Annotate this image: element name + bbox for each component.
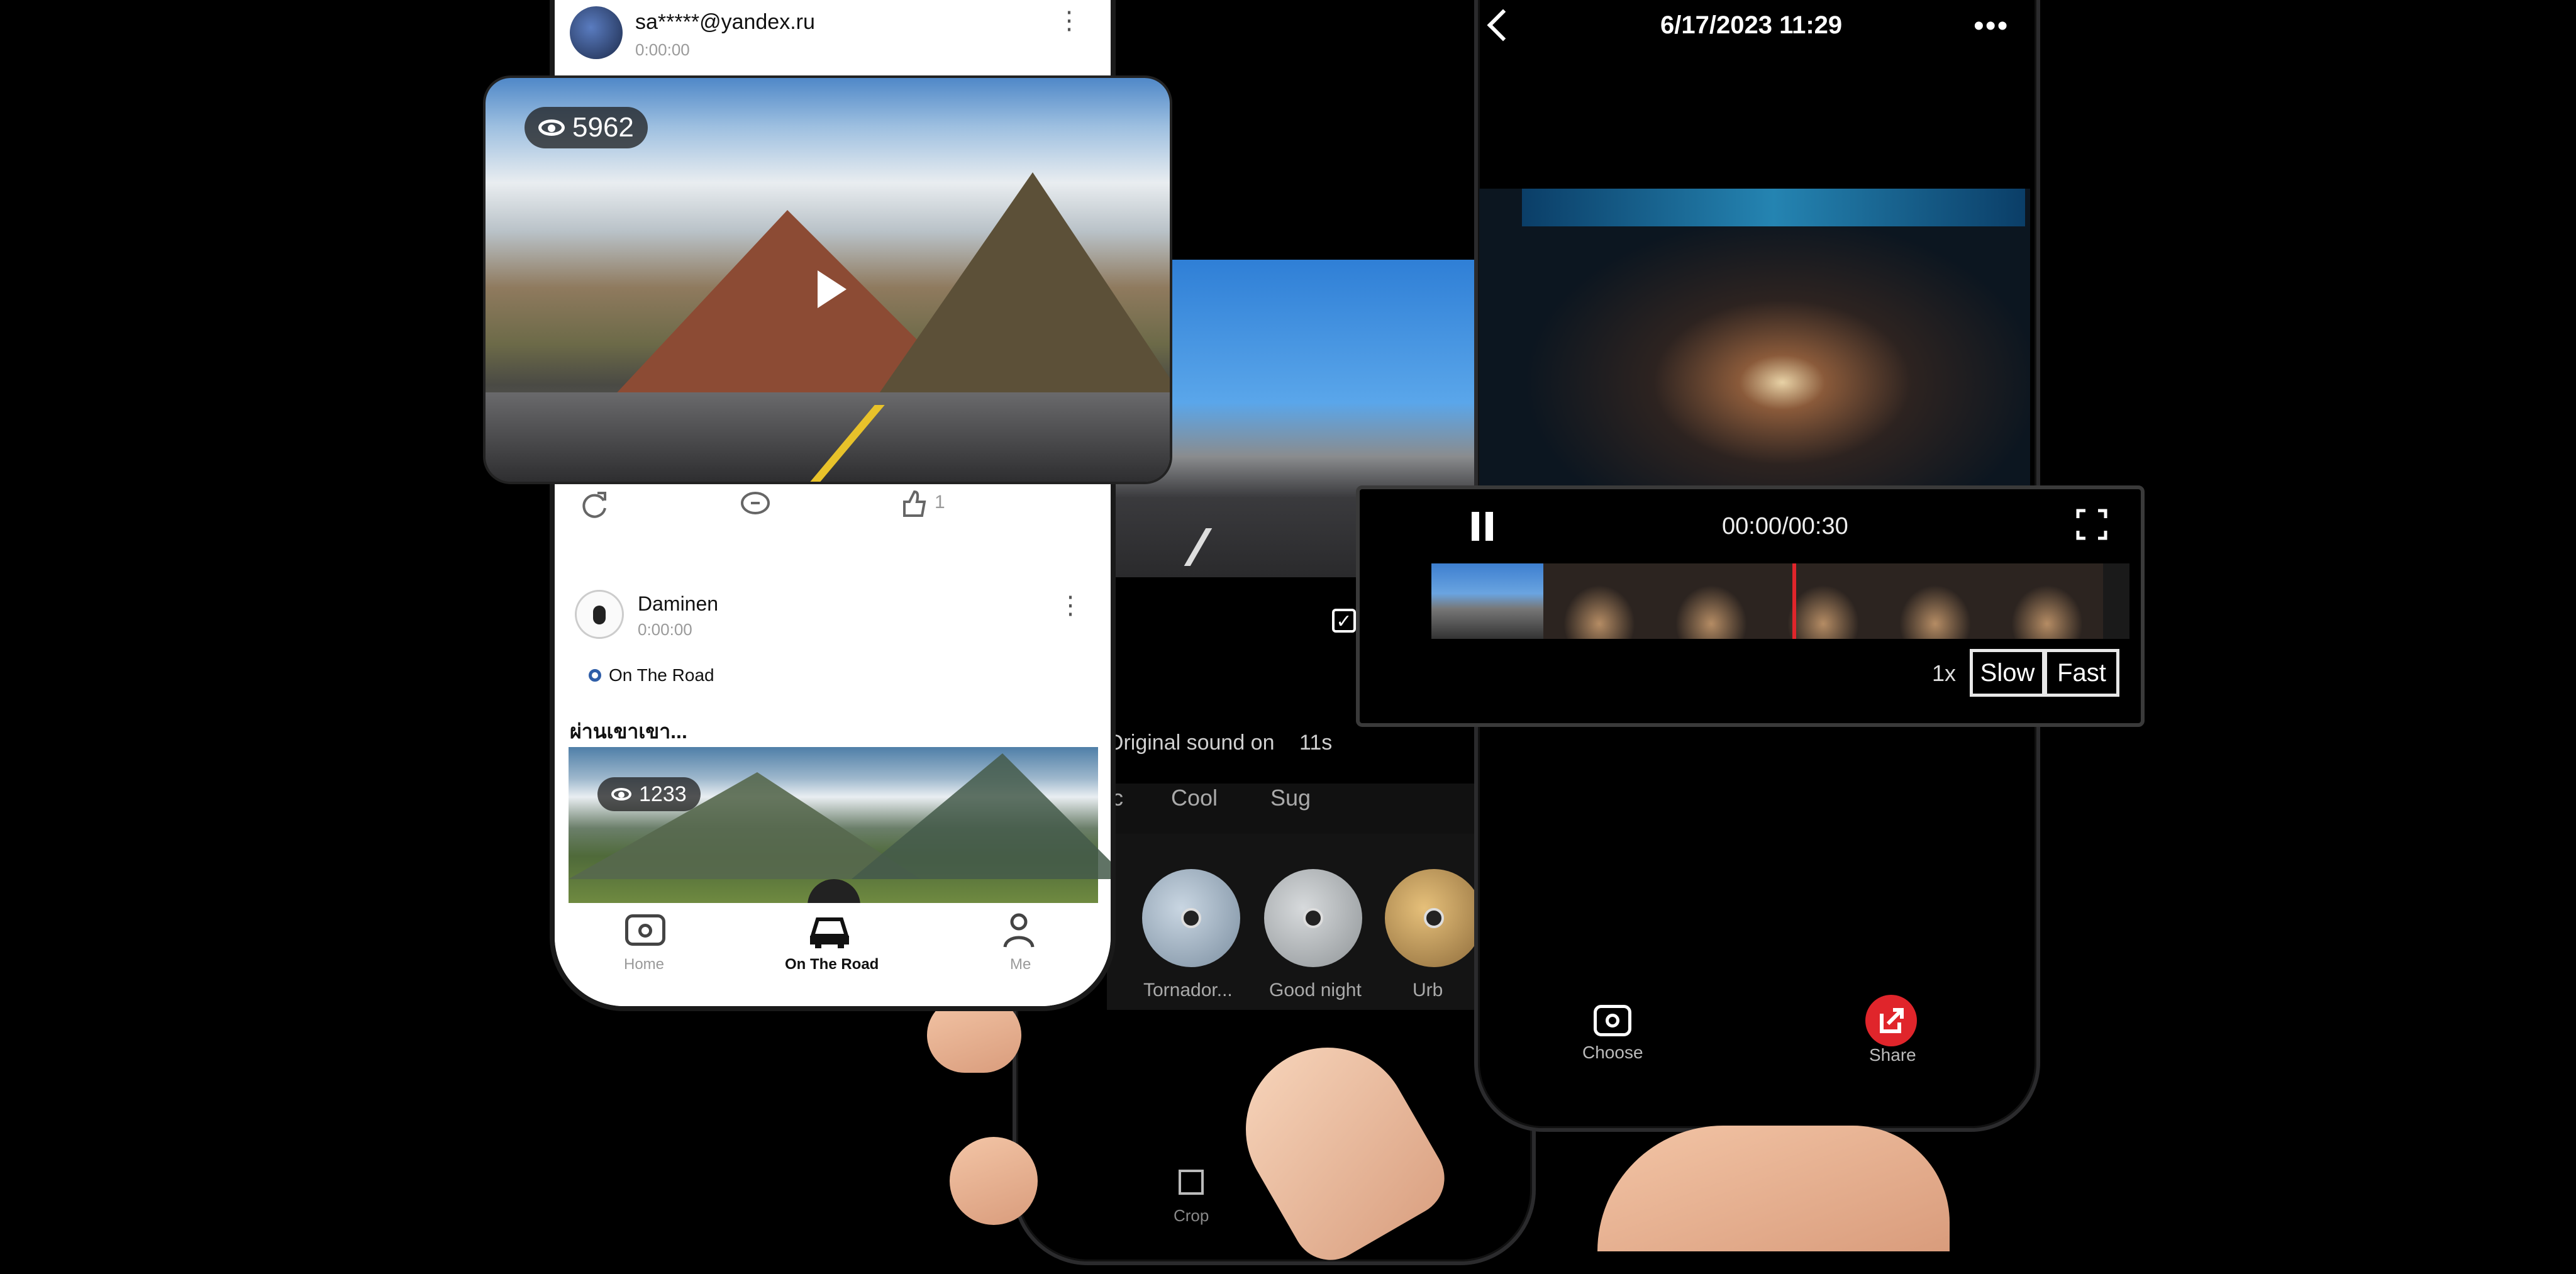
post2-user-name[interactable]: Daminen [638, 592, 718, 616]
post1-mountain-right [875, 172, 1170, 399]
tunnel-video[interactable] [1479, 189, 2030, 487]
timeline-thumb-4 [1879, 563, 1991, 639]
choose-label: Choose [1582, 1043, 1643, 1062]
filter-thumb-2[interactable] [1385, 869, 1483, 967]
nav-me-icon[interactable] [1000, 912, 1038, 950]
share-button[interactable] [1865, 995, 1917, 1046]
playback-time: 00:00/00:30 [1722, 513, 1848, 540]
hand-right [1597, 1126, 1950, 1251]
pause-button[interactable] [1470, 512, 1496, 541]
filter-label-0: Tornador... [1143, 980, 1233, 1000]
hand-left-lower [950, 1137, 1038, 1225]
post2-tag[interactable]: On The Road [609, 665, 714, 685]
nav-home-label[interactable]: Home [624, 956, 664, 973]
crop-label: Crop [1174, 1206, 1209, 1225]
post2-user-sub: 0:00:00 [638, 620, 692, 639]
eye-icon [611, 788, 631, 800]
post2-more-icon[interactable]: ⋮ [1058, 593, 1083, 618]
original-sound-label[interactable]: Original sound on [1107, 731, 1275, 755]
post2-caption: ผ่านเขาเขา... [570, 720, 687, 743]
duration-label: 11s [1299, 731, 1333, 755]
choose-icon[interactable] [1594, 1005, 1631, 1036]
post1-views: 5962 [572, 112, 634, 143]
post2-video[interactable]: 1233 [569, 747, 1111, 932]
editor-tab-2[interactable]: Sug [1270, 785, 1311, 811]
timeline-thumb-3 [1767, 563, 1879, 639]
slow-button[interactable]: Slow [1970, 649, 2045, 697]
like-icon[interactable] [898, 488, 930, 523]
editor-check-icon[interactable]: ✓ [1332, 609, 1356, 633]
share-label: Share [1869, 1045, 1916, 1065]
fullscreen-icon[interactable] [2075, 508, 2108, 541]
nav-home-icon[interactable] [625, 914, 665, 946]
editor-tab-1[interactable]: Cool [1171, 785, 1218, 811]
post1-more-icon[interactable]: ⋮ [1057, 8, 1082, 33]
filter-label-2: Urb [1413, 980, 1443, 1000]
tunnel-light-strip [1522, 189, 2025, 226]
like-count: 1 [935, 492, 945, 512]
playback-panel: 00:00/00:30 1x Slow Fast [1356, 485, 2145, 727]
share-icon [1880, 1008, 1904, 1033]
timeline-thumb-5 [1991, 563, 2103, 639]
speed-label: 1x [1932, 660, 1957, 686]
nav-road-icon[interactable] [806, 912, 853, 950]
avatar-post2[interactable] [575, 590, 624, 639]
post2-mountain-right [852, 753, 1111, 879]
post2-views: 1233 [639, 782, 687, 806]
filter-thumb-0[interactable] [1142, 869, 1240, 967]
timeline-thumb-2 [1655, 563, 1767, 639]
play-icon[interactable] [818, 270, 847, 308]
hand-left [927, 997, 1021, 1073]
post1-views-badge: 5962 [525, 107, 648, 148]
filter-thumb-1[interactable] [1264, 869, 1362, 967]
timeline-playhead[interactable] [1792, 563, 1796, 639]
crop-icon[interactable] [1179, 1170, 1204, 1195]
timeline-thumb-road [1431, 563, 1543, 639]
tag-dot-icon [589, 669, 601, 682]
post1-user-sub: 0:00:00 [635, 40, 690, 59]
eye-icon [538, 119, 565, 136]
nav-road-label[interactable]: On The Road [785, 956, 879, 973]
post1-video[interactable]: 5962 [486, 78, 1170, 482]
fast-button[interactable]: Fast [2044, 649, 2119, 697]
filter-label-1: Good night [1269, 980, 1362, 1000]
post1-user-name[interactable]: sa*****@yandex.ru [635, 10, 815, 35]
nav-me-label[interactable]: Me [1010, 956, 1031, 973]
editor-tab-0[interactable]: c [1112, 785, 1123, 811]
player-title: 6/17/2023 11:29 [1660, 11, 1843, 39]
comment-icon[interactable] [740, 489, 771, 521]
repost-icon[interactable] [579, 488, 610, 523]
timeline-thumb-1 [1543, 563, 1655, 639]
timeline-strip[interactable] [1431, 563, 2129, 639]
avatar-post1[interactable] [570, 6, 623, 59]
post2-views-badge: 1233 [597, 777, 701, 811]
more-icon[interactable]: ••• [1974, 11, 2009, 42]
